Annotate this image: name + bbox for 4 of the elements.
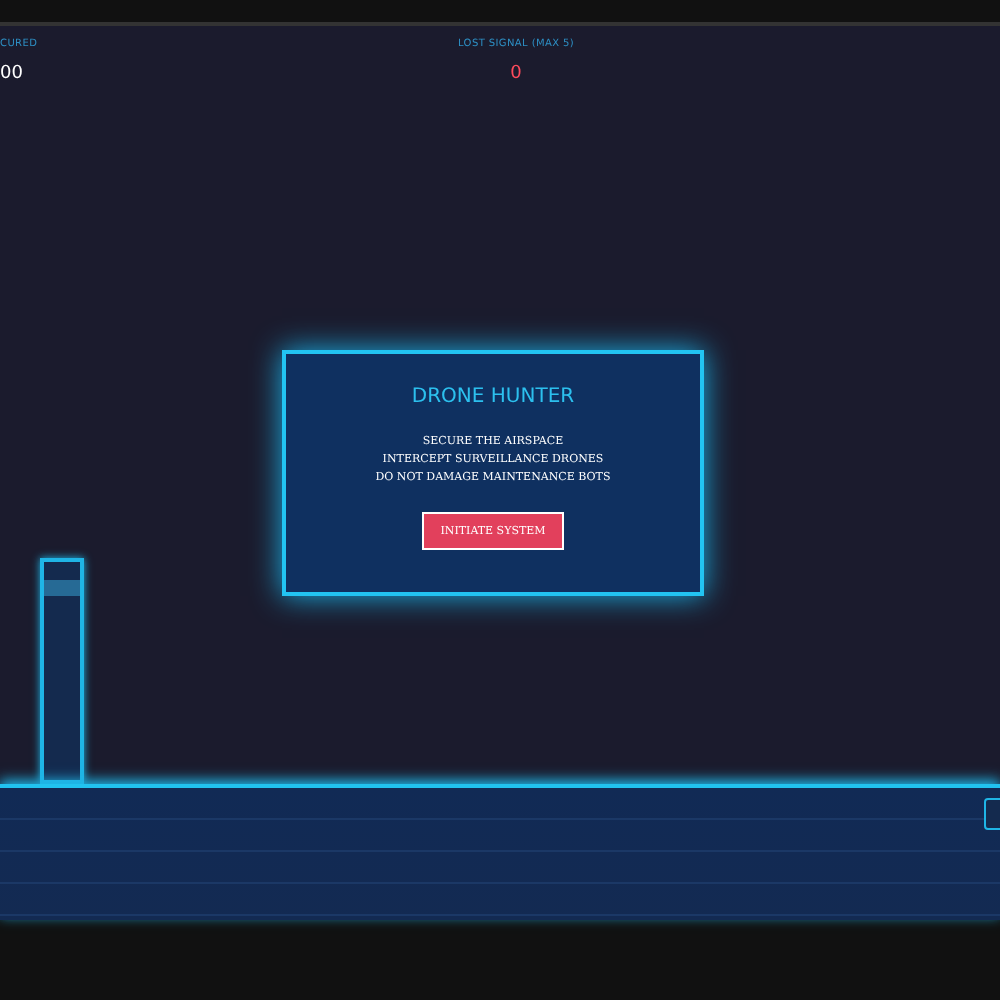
stat-value: 00	[0, 64, 23, 84]
tower-window	[44, 580, 80, 596]
stat-value: 0	[510, 64, 522, 84]
dialog-title: DRONE HUNTER	[411, 386, 575, 408]
